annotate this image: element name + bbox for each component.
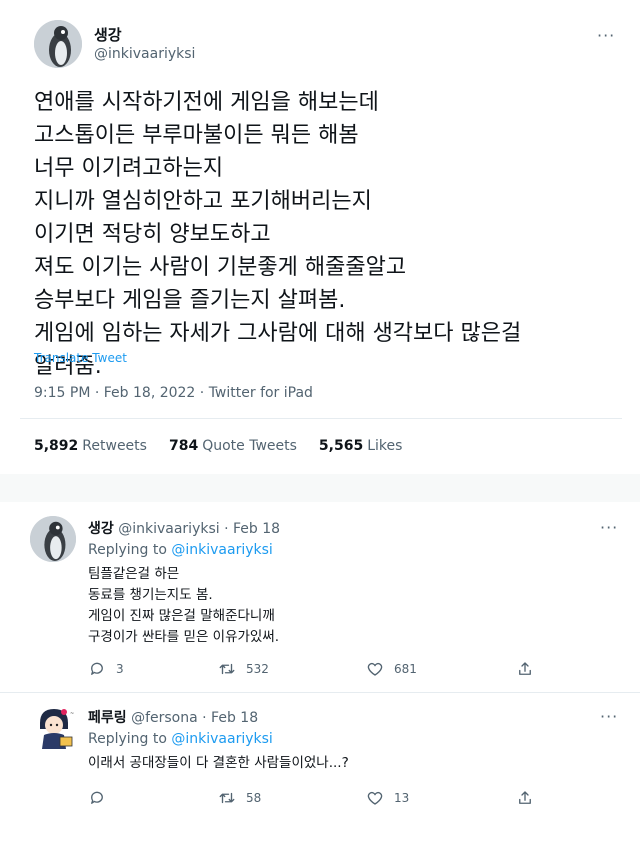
- quote-tweets-stat[interactable]: 784 Quote Tweets: [169, 438, 297, 454]
- reply-header: 페루링 @fersona · Feb 18: [88, 707, 258, 727]
- reply-line: 팀플같은걸 하믄: [88, 566, 180, 582]
- like-icon: [367, 662, 383, 676]
- tweet-line: 연애를 시작하기전에 게임을 해보는데: [34, 90, 379, 115]
- reply-header: 생강 @inkivaariyksi · Feb 18: [88, 518, 280, 538]
- reply-icon: [91, 791, 103, 804]
- more-icon[interactable]: ···: [600, 518, 618, 537]
- section-gap: [0, 474, 640, 502]
- reply-line: 게임이 진짜 많은걸 말해준다니깨: [88, 608, 275, 624]
- reply-tweet[interactable]: 생강 @inkivaariyksi · Feb 18 ··· Replying …: [0, 502, 640, 692]
- likes-stat[interactable]: 5,565 Likes: [319, 438, 403, 454]
- action-bar: 58 13: [88, 789, 548, 807]
- reply-button[interactable]: 3: [88, 660, 218, 678]
- handle-date[interactable]: @fersona · Feb 18: [131, 710, 258, 726]
- tweet-line: 승부보다 게임을 즐기는지 살펴봄.: [34, 288, 346, 313]
- avatar[interactable]: [34, 20, 82, 68]
- like-icon: [367, 791, 383, 805]
- reply-line: 구경이가 싼타를 믿은 이유가있써.: [88, 629, 280, 645]
- translate-link[interactable]: Translate Tweet: [34, 351, 127, 365]
- handle-date[interactable]: @inkivaariyksi · Feb 18: [118, 521, 280, 537]
- like-button[interactable]: 681: [366, 660, 516, 678]
- display-name[interactable]: 생강: [88, 521, 114, 537]
- tweet-line: 이기면 적당히 양보도하고: [34, 222, 271, 247]
- divider: [20, 418, 622, 419]
- more-icon[interactable]: ···: [597, 26, 615, 45]
- retweet-button[interactable]: 532: [218, 660, 366, 678]
- tweet-timestamp[interactable]: 9:15 PM · Feb 18, 2022 · Twitter for iPa…: [34, 385, 313, 401]
- reply-button[interactable]: [88, 789, 218, 807]
- like-button[interactable]: 13: [366, 789, 516, 807]
- reply-line: 이래서 공대장들이 다 결혼한 사람들이었나...?: [88, 755, 349, 771]
- retweet-icon: [219, 792, 235, 804]
- replying-to: Replying to @inkivaariyksi: [88, 731, 273, 747]
- avatar[interactable]: ~: [30, 703, 80, 753]
- replying-to: Replying to @inkivaariyksi: [88, 542, 273, 558]
- retweet-button[interactable]: 58: [218, 789, 366, 807]
- share-button[interactable]: [516, 789, 534, 807]
- avatar[interactable]: [30, 516, 76, 562]
- reply-line: 동료를 챙기는지도 봄.: [88, 587, 213, 603]
- replying-to-link[interactable]: @inkivaariyksi: [171, 731, 272, 747]
- tweet-line: 너무 이기려고하는지: [34, 156, 224, 181]
- reply-text: 팀플같은걸 하믄 동료를 챙기는지도 봄. 게임이 진짜 많은걸 말해준다니깨 …: [88, 564, 279, 648]
- display-name[interactable]: 생강: [94, 24, 122, 45]
- handle[interactable]: @inkivaariyksi: [94, 46, 195, 62]
- tweet-line: 져도 이기는 사람이 기분좋게 해줄줄알고: [34, 255, 407, 280]
- tweet-line: 고스톱이든 부루마불이든 뭐든 해봄: [34, 123, 359, 148]
- main-tweet: 생강 @inkivaariyksi ··· 연애를 시작하기전에 게임을 해보는…: [0, 0, 640, 492]
- retweet-icon: [219, 663, 235, 675]
- svg-text:~: ~: [70, 711, 74, 717]
- action-bar: 3 532 681: [88, 660, 548, 678]
- reply-icon: [91, 662, 103, 675]
- replying-to-link[interactable]: @inkivaariyksi: [171, 542, 272, 558]
- share-icon: [519, 791, 531, 804]
- share-icon: [519, 662, 531, 675]
- retweets-stat[interactable]: 5,892 Retweets: [34, 438, 147, 454]
- tweet-stats: 5,892 Retweets 784 Quote Tweets 5,565 Likes: [34, 438, 402, 454]
- penguin-avatar-icon: [30, 516, 76, 562]
- tweet-line: 게임에 임하는 자세가 그사람에 대해 생각보다 많은걸: [34, 321, 522, 346]
- reply-text: 이래서 공대장들이 다 결혼한 사람들이었나...?: [88, 753, 349, 774]
- tweet-line: 지니까 열심히안하고 포기해버리는지: [34, 189, 372, 214]
- reply-tweet[interactable]: ~ 페루링 @fersona · Feb 18 ··· Replying to …: [0, 693, 640, 833]
- penguin-avatar-icon: [34, 20, 82, 68]
- character-avatar-icon: ~: [30, 703, 80, 753]
- tweet-text: 연애를 시작하기전에 게임을 해보는데 고스톱이든 부루마불이든 뭐든 해봄 너…: [34, 86, 521, 383]
- display-name[interactable]: 페루링: [88, 710, 127, 726]
- share-button[interactable]: [516, 660, 534, 678]
- more-icon[interactable]: ···: [600, 707, 618, 726]
